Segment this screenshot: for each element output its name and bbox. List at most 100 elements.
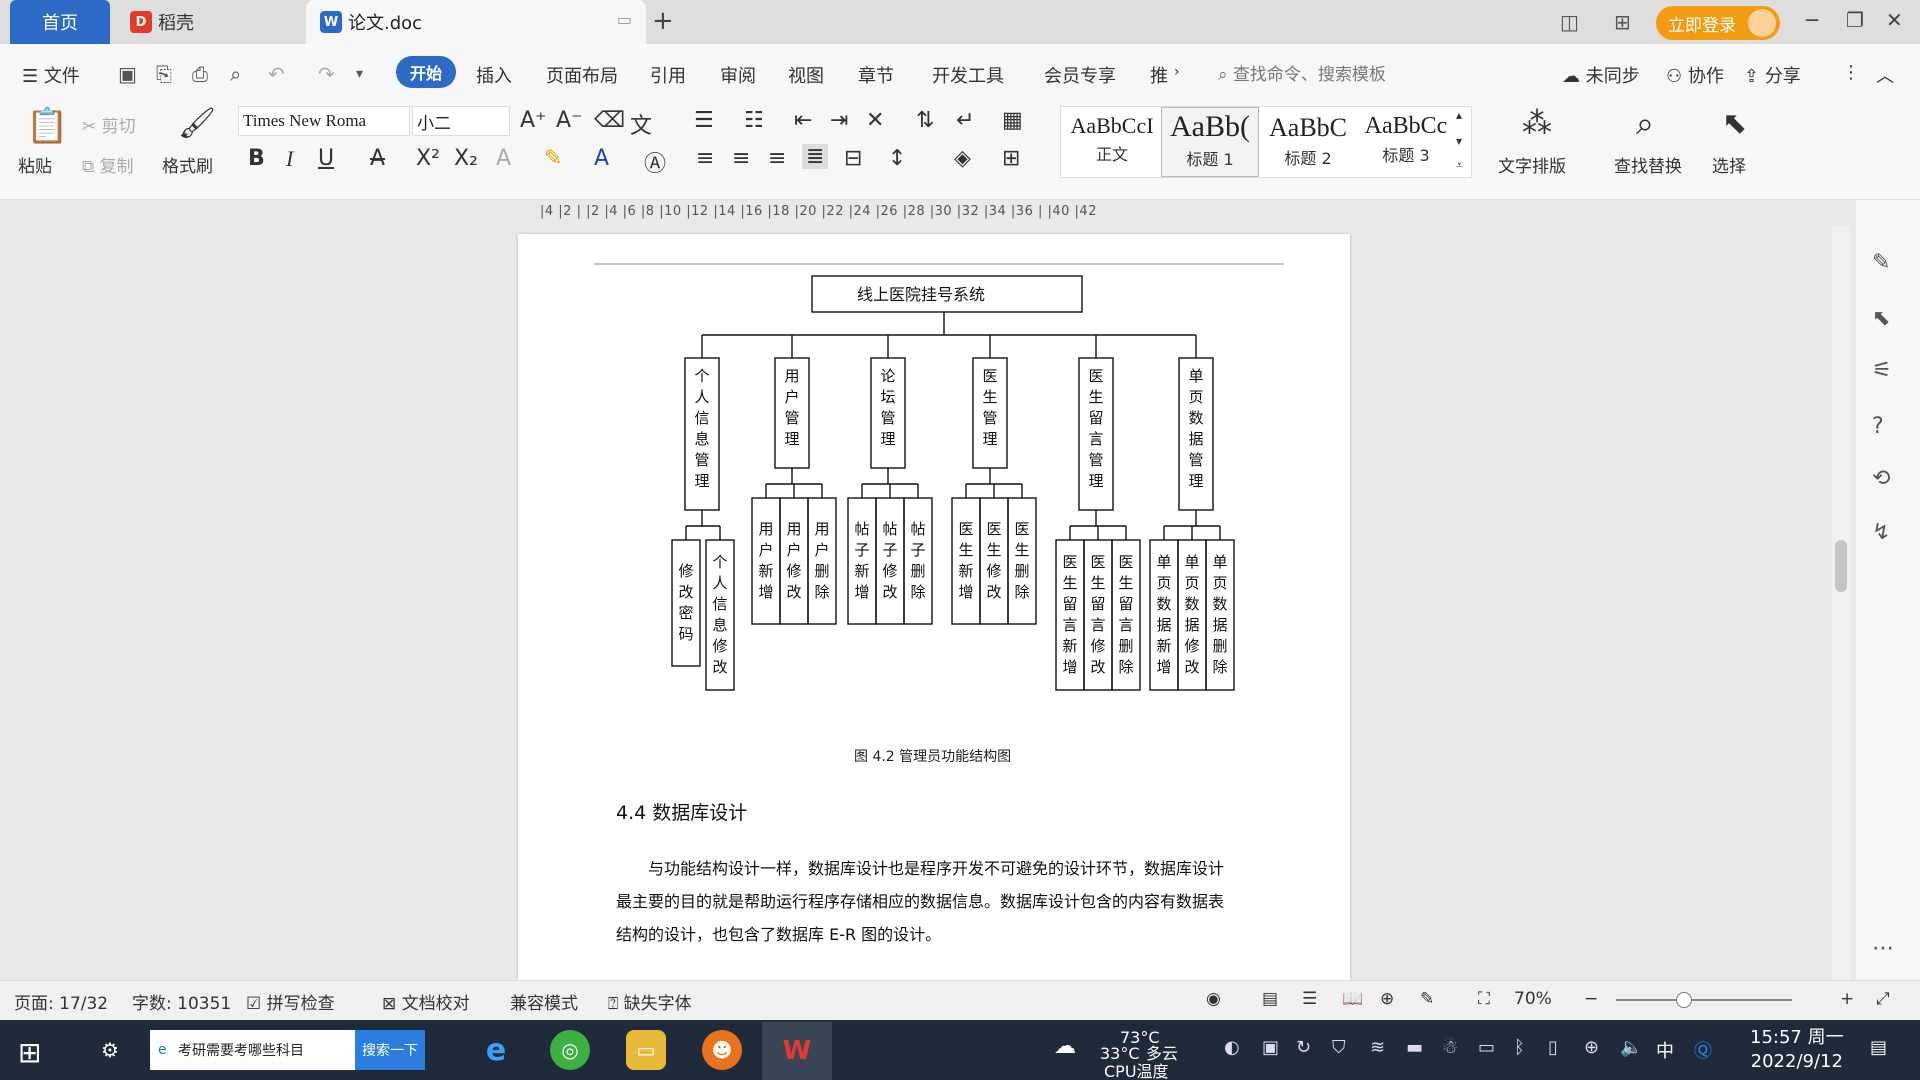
customize-toolbar-icon[interactable]: ▾ — [356, 66, 363, 82]
restore-icon[interactable]: ❐ — [1846, 8, 1864, 32]
underline-icon[interactable]: U — [318, 146, 334, 171]
tab-document[interactable]: W 论文.doc ▭ — [306, 0, 646, 44]
pen-icon[interactable]: ✎ — [1872, 250, 1890, 275]
command-search[interactable]: ⌕ 查找命令、搜索模板 — [1218, 60, 1386, 85]
menu-developer[interactable]: 开发工具 — [932, 62, 1004, 88]
undo-icon[interactable]: ↶ — [268, 62, 285, 86]
select-cursor-icon[interactable]: ⬉ — [1722, 106, 1747, 141]
text-effect-icon[interactable]: A — [496, 146, 511, 171]
sliders-icon[interactable]: ⚟ — [1872, 358, 1892, 383]
apps-grid-icon[interactable]: ⊞ — [1614, 10, 1631, 34]
format-painter-icon[interactable]: 🖌 — [178, 106, 216, 141]
subscript-icon[interactable]: X₂ — [454, 146, 478, 171]
menu-member[interactable]: 会员专享 — [1044, 62, 1116, 88]
backup-icon[interactable]: ⟲ — [1872, 466, 1890, 491]
tray-volume-icon[interactable]: 🔈 — [1620, 1037, 1642, 1058]
ie-browser-icon[interactable]: e — [476, 1030, 516, 1070]
italic-icon[interactable]: I — [286, 146, 293, 172]
eye-protection-icon[interactable]: ◉ — [1206, 989, 1221, 1009]
font-name-select[interactable]: Times New Roma — [238, 106, 410, 136]
game-app-icon[interactable]: ☻ — [702, 1030, 742, 1070]
font-color-icon[interactable]: A — [594, 146, 609, 171]
text-layout-icon[interactable]: ⁂ — [1522, 106, 1552, 141]
missing-font-button[interactable]: ⍰ 缺失字体 — [608, 989, 692, 1014]
proofread-button[interactable]: ⊠ 文档校对 — [382, 989, 470, 1014]
notification-icon[interactable]: ▤ — [1870, 1037, 1887, 1058]
menu-scroll-right-icon[interactable]: › — [1174, 64, 1180, 80]
page-count[interactable]: 页面: 17/32 — [14, 989, 108, 1014]
clear-format-icon[interactable]: ⌫ — [594, 108, 625, 133]
tray-plus-icon[interactable]: ⊕ — [1584, 1037, 1599, 1058]
fullscreen-icon[interactable]: ⤢ — [1876, 989, 1890, 1009]
paste-icon[interactable]: 📋 — [26, 106, 68, 146]
tray-usb-icon[interactable]: ▯ — [1548, 1037, 1558, 1058]
more-menu-icon[interactable]: ⋮ — [1842, 62, 1860, 83]
export-pdf-icon[interactable]: ⎘ — [156, 62, 172, 86]
align-right-icon[interactable]: ≡ — [768, 146, 786, 171]
font-size-select[interactable]: 小二 — [412, 106, 510, 136]
weather-icon[interactable]: ☁ — [1054, 1034, 1076, 1059]
tray-qq-icon[interactable]: ☃ — [1442, 1037, 1458, 1058]
tray-shield-icon[interactable]: ⛉ — [1332, 1037, 1346, 1058]
sort-icon[interactable]: ⇅ — [916, 108, 934, 133]
table-border-icon[interactable]: ▦ — [1002, 108, 1023, 133]
web-view-icon[interactable]: ⊕ — [1380, 989, 1394, 1009]
collaborate-button[interactable]: ⚇ 协作 — [1666, 62, 1724, 88]
select-button[interactable]: 选择 — [1712, 152, 1746, 177]
weather-widget[interactable]: 73°C 33°C 多云 CPU温度 — [1100, 1030, 1240, 1080]
paste-button[interactable]: 粘贴 — [18, 152, 52, 177]
zoom-out-icon[interactable]: − — [1584, 989, 1598, 1009]
bold-icon[interactable]: B — [248, 146, 265, 171]
sync-status[interactable]: ☁ 未同步 — [1562, 62, 1640, 88]
text-layout-button[interactable]: 文字排版 — [1498, 152, 1566, 177]
redo-icon[interactable]: ↷ — [318, 62, 335, 86]
zoom-slider[interactable] — [1616, 999, 1792, 1001]
cut-button[interactable]: ✂ 剪切 — [82, 112, 136, 137]
bullet-list-icon[interactable]: ☰ — [694, 108, 714, 133]
style-heading-3[interactable]: AaBbCc 标题 3 — [1357, 107, 1455, 177]
find-replace-icon[interactable]: ⌕ — [1636, 104, 1654, 143]
login-button[interactable]: 立即登录 — [1656, 6, 1780, 40]
borders-icon[interactable]: ⊞ — [1002, 146, 1020, 171]
strikethrough-icon[interactable]: A — [370, 146, 385, 171]
launcher-icon[interactable]: ⚙ — [90, 1030, 130, 1070]
tray-bluetooth-icon[interactable]: ᛒ — [1514, 1037, 1525, 1058]
menu-more[interactable]: 推 — [1150, 62, 1168, 88]
spellcheck-button[interactable]: ☑ 拼写检查 — [246, 989, 335, 1014]
tray-battery-icon[interactable]: ▭ — [1478, 1037, 1495, 1058]
collapse-ribbon-icon[interactable]: ︿ — [1876, 62, 1894, 88]
tab-monitor-icon[interactable]: ▭ — [617, 10, 632, 29]
zoom-level[interactable]: 70% — [1514, 989, 1552, 1009]
menu-review[interactable]: 审阅 — [720, 62, 756, 88]
file-menu[interactable]: ☰ 文件 — [22, 62, 80, 88]
increase-indent-icon[interactable]: ⇥ — [830, 108, 848, 133]
menu-chapter[interactable]: 章节 — [858, 62, 894, 88]
share-button[interactable]: ⇪ 分享 — [1744, 62, 1801, 88]
taskbar-search-button[interactable]: 搜索一下 — [355, 1030, 425, 1070]
superscript-icon[interactable]: X² — [416, 146, 440, 171]
window-layout-icon[interactable]: ◫ — [1560, 10, 1579, 34]
menu-start[interactable]: 开始 — [396, 56, 456, 88]
shrink-font-icon[interactable]: A⁻ — [556, 108, 583, 133]
print-icon[interactable]: ⎙ — [192, 62, 208, 86]
char-border-icon[interactable]: Ⓐ — [644, 146, 666, 178]
wps-taskbar-icon[interactable]: W — [762, 1022, 832, 1080]
page-view-icon[interactable]: ▤ — [1262, 989, 1278, 1009]
new-tab-icon[interactable]: + — [652, 6, 674, 36]
zoom-in-icon[interactable]: + — [1840, 989, 1854, 1009]
tab-home[interactable]: 首页 — [10, 0, 110, 44]
line-spacing-icon[interactable]: ↕ — [888, 146, 906, 171]
tray-app-icon[interactable]: ◐ — [1224, 1037, 1240, 1058]
align-left-icon[interactable]: ≡ — [696, 146, 714, 171]
grow-font-icon[interactable]: A⁺ — [520, 108, 547, 133]
print-preview-icon[interactable]: ⌕ — [230, 62, 241, 86]
document-page[interactable]: 线上医院挂号系统 个人信息管理 修改密码 个人信息修改 用户管理 用户新增 用户修改 用户删除… — [518, 234, 1350, 980]
minimize-icon[interactable]: ─ — [1806, 8, 1818, 32]
clock[interactable]: 15:57 周一 2022/9/12 — [1750, 1026, 1844, 1074]
tray-gpu-icon[interactable]: ▬ — [1406, 1037, 1423, 1058]
tab-daoke[interactable]: D 稻壳 — [112, 0, 302, 44]
style-scroll-up-icon[interactable]: ▴ — [1456, 108, 1462, 122]
ime-indicator[interactable]: 中 — [1656, 1037, 1674, 1063]
menu-references[interactable]: 引用 — [650, 62, 686, 88]
file-explorer-icon[interactable]: ▭ — [626, 1030, 666, 1070]
